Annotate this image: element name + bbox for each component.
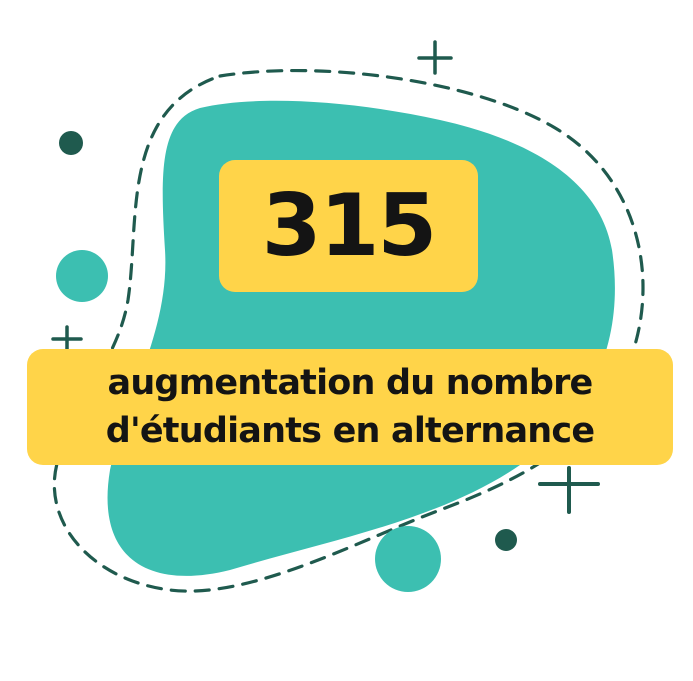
dark-dot-top-left [59,131,83,155]
stat-caption-box: augmentation du nombre d'étudiants en al… [27,349,673,465]
plus-icon-bottom-right [538,466,600,514]
plus-icon-top [417,40,453,75]
stat-value-box: 315 [219,160,478,292]
stat-value: 315 [261,176,438,276]
teal-circle-left [56,250,108,302]
background-decoration [51,40,645,593]
stat-caption-line-2: d'étudiants en alternance [105,411,595,451]
teal-circle-bottom [375,526,441,592]
infographic: 315 augmentation du nombre d'étudiants e… [0,0,693,681]
stat-caption-line-1: augmentation du nombre [107,363,594,403]
dark-dot-bottom-right [495,529,517,551]
